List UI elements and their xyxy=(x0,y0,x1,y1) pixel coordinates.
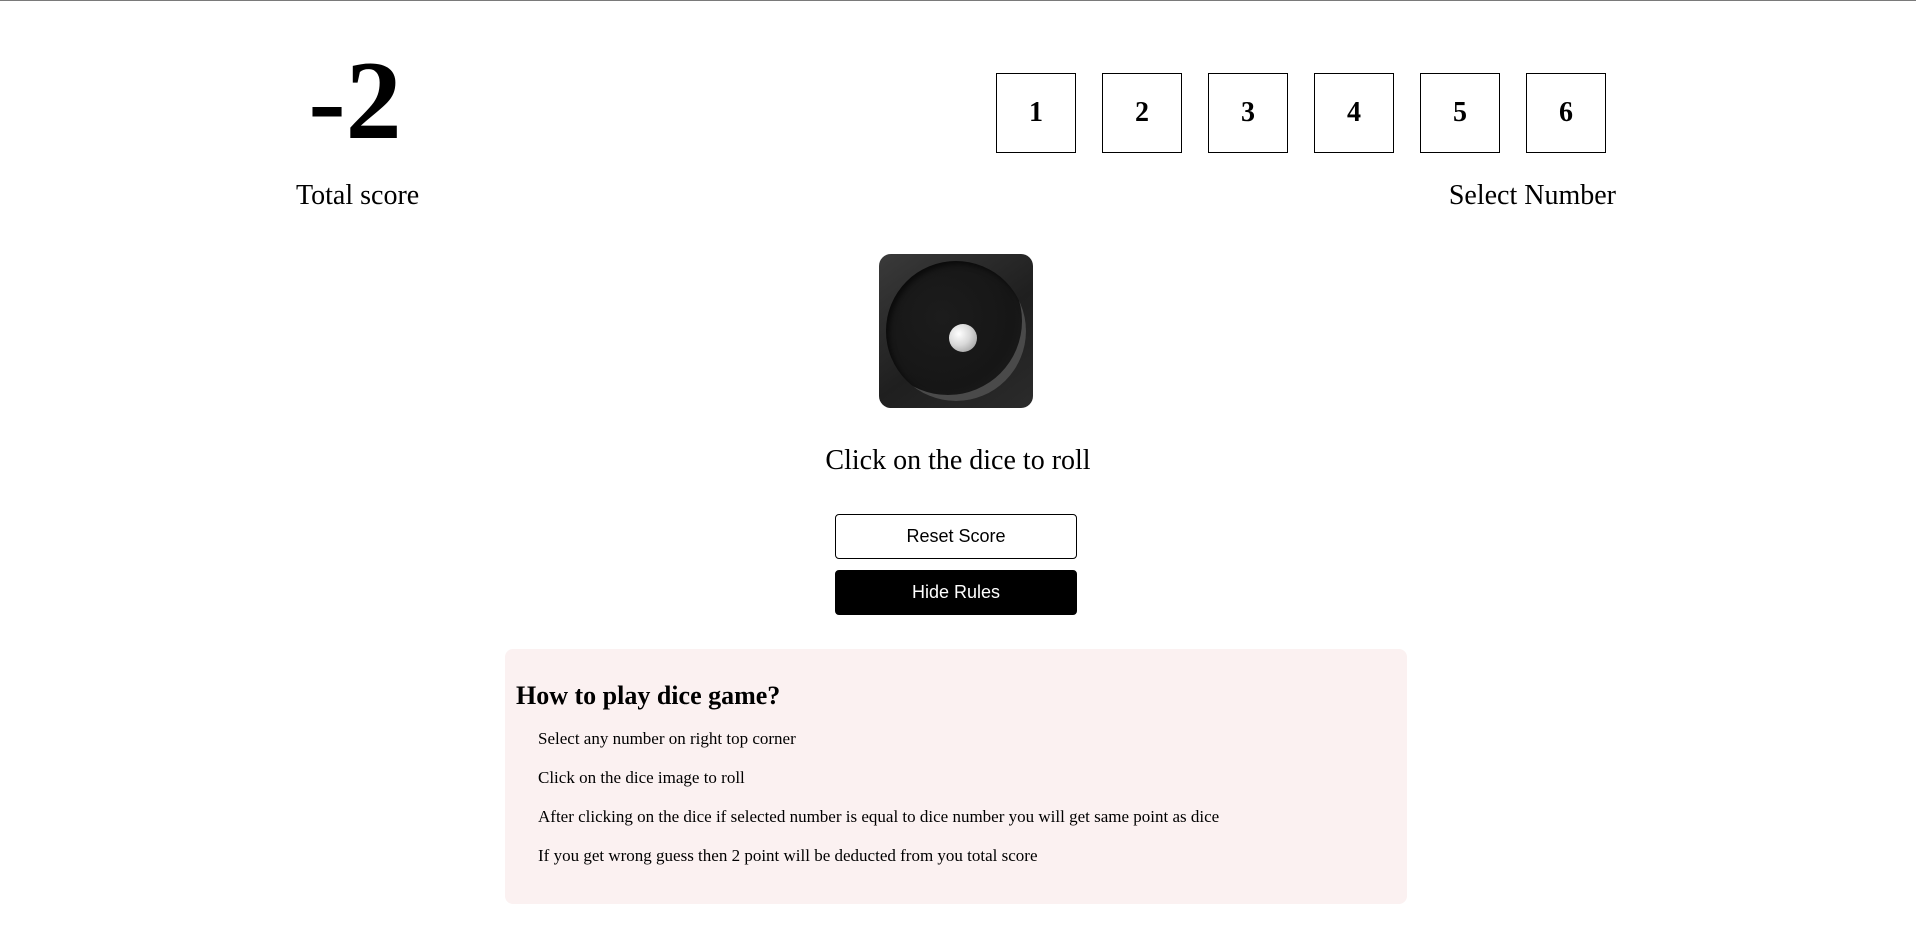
hide-rules-button[interactable]: Hide Rules xyxy=(835,570,1077,615)
dice-button[interactable] xyxy=(879,254,1033,408)
dice-pip xyxy=(949,324,977,352)
dice-face xyxy=(886,261,1026,401)
reset-score-button[interactable]: Reset Score xyxy=(835,514,1077,559)
rule-item: If you get wrong guess then 2 point will… xyxy=(538,846,1038,865)
roll-hint-text: Click on the dice to roll xyxy=(825,445,1091,476)
rule-item: After clicking on the dice if selected n… xyxy=(538,807,1220,826)
number-option-4[interactable]: 4 xyxy=(1314,73,1394,153)
number-option-6[interactable]: 6 xyxy=(1526,73,1606,153)
rule-item: Select any number on right top corner xyxy=(538,729,796,748)
number-option-3[interactable]: 3 xyxy=(1208,73,1288,153)
total-score-value: -2 xyxy=(308,39,402,163)
number-option-1[interactable]: 1 xyxy=(996,73,1076,153)
total-score-label: Total score xyxy=(296,180,420,211)
rules-panel: How to play dice game? Select any number… xyxy=(505,649,1407,904)
select-number-label: Select Number xyxy=(1448,180,1616,211)
number-option-5[interactable]: 5 xyxy=(1420,73,1500,153)
rule-item: Click on the dice image to roll xyxy=(538,768,745,787)
number-selector: 1 2 3 4 5 6 xyxy=(996,73,1606,153)
rules-title: How to play dice game? xyxy=(516,681,781,710)
score-display: -2 xyxy=(280,45,430,157)
rules-list: Select any number on right top corner Cl… xyxy=(516,727,1396,867)
top-border xyxy=(0,0,1916,1)
number-option-2[interactable]: 2 xyxy=(1102,73,1182,153)
